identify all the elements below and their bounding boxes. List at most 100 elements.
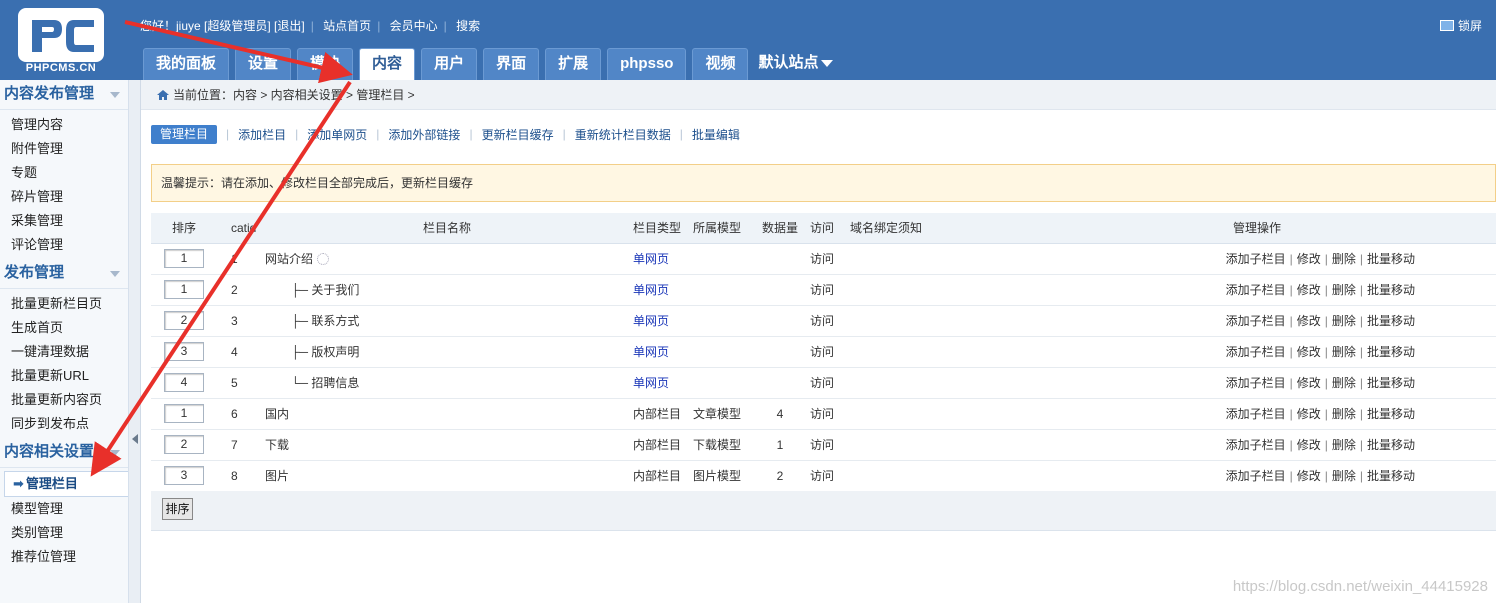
batch-move-link[interactable]: 批量移动 (1367, 345, 1415, 359)
tab-users[interactable]: 用户 (421, 48, 478, 80)
sort-input[interactable]: 4 (164, 373, 204, 392)
batch-move-link[interactable]: 批量移动 (1367, 469, 1415, 483)
batch-move-link[interactable]: 批量移动 (1367, 283, 1415, 297)
edit-link[interactable]: 修改 (1297, 407, 1321, 421)
add-subcategory-link[interactable]: 添加子栏目 (1226, 314, 1286, 328)
sort-input[interactable]: 3 (164, 466, 204, 485)
visit-link[interactable]: 访问 (810, 407, 834, 421)
site-selector[interactable]: 默认站点 (754, 48, 837, 80)
edit-link[interactable]: 修改 (1297, 345, 1321, 359)
tab-modules[interactable]: 模块 (297, 48, 354, 80)
tab-phpsso[interactable]: phpsso (607, 48, 687, 80)
visit-link[interactable]: 访问 (810, 438, 834, 452)
sidebar-item-manage-content[interactable]: 管理内容 (0, 113, 128, 137)
add-subcategory-link[interactable]: 添加子栏目 (1226, 283, 1286, 297)
add-subcategory-link[interactable]: 添加子栏目 (1226, 469, 1286, 483)
delete-link[interactable]: 删除 (1332, 438, 1356, 452)
recount-data-link[interactable]: 重新统计栏目数据 (575, 126, 671, 143)
tab-interface[interactable]: 界面 (483, 48, 540, 80)
sidebar-item-clean-data[interactable]: 一键清理数据 (0, 340, 128, 364)
sidebar-item-blocks[interactable]: 碎片管理 (0, 185, 128, 209)
visit-link[interactable]: 访问 (810, 345, 834, 359)
sidebar-item-positions[interactable]: 推荐位管理 (0, 545, 128, 569)
add-single-page-link[interactable]: 添加单网页 (307, 126, 367, 143)
manage-categories-button[interactable]: 管理栏目 (151, 124, 218, 144)
visit-link[interactable]: 访问 (810, 469, 834, 483)
batch-edit-link[interactable]: 批量编辑 (692, 126, 740, 143)
sidebar-item-sync-release[interactable]: 同步到发布点 (0, 412, 128, 436)
delete-link[interactable]: 删除 (1332, 345, 1356, 359)
sidebar-item-types[interactable]: 类别管理 (0, 521, 128, 545)
category-type[interactable]: 单网页 (633, 376, 669, 390)
logout-link[interactable]: [退出] (274, 17, 305, 34)
edit-link[interactable]: 修改 (1297, 314, 1321, 328)
search-link[interactable]: 搜索 (456, 17, 480, 34)
sidebar-group-publish[interactable]: 发布管理 (0, 259, 128, 289)
sidebar-splitter[interactable] (129, 80, 141, 603)
sort-input[interactable]: 1 (164, 249, 204, 268)
batch-move-link[interactable]: 批量移动 (1367, 314, 1415, 328)
batch-move-link[interactable]: 批量移动 (1367, 252, 1415, 266)
delete-link[interactable]: 删除 (1332, 314, 1356, 328)
tab-video[interactable]: 视频 (692, 48, 749, 80)
settings-icon[interactable] (317, 253, 330, 265)
sort-input[interactable]: 2 (164, 311, 204, 330)
tab-content[interactable]: 内容 (359, 48, 416, 80)
batch-move-link[interactable]: 批量移动 (1367, 376, 1415, 390)
edit-link[interactable]: 修改 (1297, 376, 1321, 390)
sort-input[interactable]: 1 (164, 280, 204, 299)
collapse-left-icon[interactable] (132, 434, 138, 444)
add-category-link[interactable]: 添加栏目 (238, 126, 286, 143)
phpcms-logo[interactable]: PHPCMS.CN (16, 8, 106, 74)
sidebar-group-content-settings[interactable]: 内容相关设置 (0, 438, 128, 468)
lock-screen-button[interactable]: 锁屏 (1439, 17, 1482, 34)
add-external-link[interactable]: 添加外部链接 (388, 126, 460, 143)
sidebar-item-generate-home[interactable]: 生成首页 (0, 316, 128, 340)
delete-link[interactable]: 删除 (1332, 252, 1356, 266)
sidebar-item-update-content-pages[interactable]: 批量更新内容页 (0, 388, 128, 412)
sidebar-item-collect[interactable]: 采集管理 (0, 209, 128, 233)
visit-link[interactable]: 访问 (810, 376, 834, 390)
sort-button[interactable]: 排序 (162, 498, 193, 520)
site-home-link[interactable]: 站点首页 (323, 17, 371, 34)
tab-panel[interactable]: 我的面板 (143, 48, 230, 80)
add-subcategory-link[interactable]: 添加子栏目 (1226, 407, 1286, 421)
delete-link[interactable]: 删除 (1332, 376, 1356, 390)
category-type[interactable]: 单网页 (633, 345, 669, 359)
add-subcategory-link[interactable]: 添加子栏目 (1226, 345, 1286, 359)
edit-link[interactable]: 修改 (1297, 438, 1321, 452)
delete-link[interactable]: 删除 (1332, 283, 1356, 297)
sidebar-item-update-category-pages[interactable]: 批量更新栏目页 (0, 292, 128, 316)
delete-link[interactable]: 删除 (1332, 407, 1356, 421)
member-center-link[interactable]: 会员中心 (390, 17, 438, 34)
visit-link[interactable]: 访问 (810, 252, 834, 266)
delete-link[interactable]: 删除 (1332, 469, 1356, 483)
edit-link[interactable]: 修改 (1297, 469, 1321, 483)
add-subcategory-link[interactable]: 添加子栏目 (1226, 376, 1286, 390)
batch-move-link[interactable]: 批量移动 (1367, 438, 1415, 452)
edit-link[interactable]: 修改 (1297, 283, 1321, 297)
visit-link[interactable]: 访问 (810, 314, 834, 328)
tab-extensions[interactable]: 扩展 (545, 48, 602, 80)
sidebar-item-update-url[interactable]: 批量更新URL (0, 364, 128, 388)
sort-input[interactable]: 2 (164, 435, 204, 454)
sidebar-item-manage-categories[interactable]: ➡ 管理栏目 (4, 471, 128, 497)
tab-settings[interactable]: 设置 (235, 48, 292, 80)
edit-link[interactable]: 修改 (1297, 252, 1321, 266)
sidebar-item-models[interactable]: 模型管理 (0, 497, 128, 521)
sidebar-item-special[interactable]: 专题 (0, 161, 128, 185)
sidebar-item-comments[interactable]: 评论管理 (0, 233, 128, 257)
sort-input[interactable]: 1 (164, 404, 204, 423)
update-cache-link[interactable]: 更新栏目缓存 (482, 126, 554, 143)
sidebar-group-content-publish[interactable]: 内容发布管理 (0, 80, 128, 110)
batch-move-link[interactable]: 批量移动 (1367, 407, 1415, 421)
category-type[interactable]: 单网页 (633, 252, 669, 266)
add-subcategory-link[interactable]: 添加子栏目 (1226, 438, 1286, 452)
sort-input[interactable]: 3 (164, 342, 204, 361)
sidebar-item-attachments[interactable]: 附件管理 (0, 137, 128, 161)
add-subcategory-link[interactable]: 添加子栏目 (1226, 252, 1286, 266)
category-type[interactable]: 单网页 (633, 314, 669, 328)
category-type[interactable]: 单网页 (633, 283, 669, 297)
top-header: PHPCMS.CN 您好！jiuye [超级管理员] [退出] | 站点首页 | 会… (0, 0, 1496, 80)
visit-link[interactable]: 访问 (810, 283, 834, 297)
